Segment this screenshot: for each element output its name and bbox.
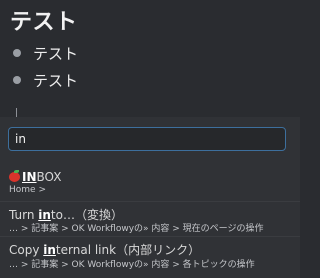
search-box[interactable] [8, 127, 286, 151]
page-title: テスト [10, 10, 78, 35]
result-path: … > 記事案 > OK Workflowyの» 内容 > 現在のページの操作 [9, 224, 264, 234]
result-match: in [38, 208, 51, 222]
bullet-text[interactable]: テスト [33, 43, 78, 64]
result-match: IN [22, 170, 37, 184]
result-title: INBOX [9, 170, 61, 184]
bullet-dot-icon[interactable] [13, 49, 21, 57]
search-result-inbox[interactable]: INBOX Home > [0, 168, 300, 198]
search-popup: INBOX Home > Turn into…（変換） … > 記事案 > OK… [0, 117, 300, 278]
bullet-item[interactable]: テスト [10, 70, 78, 90]
bullet-dot-icon[interactable] [13, 76, 21, 84]
search-result-copy-internal-link[interactable]: Copy internal link（内部リンク） … > 記事案 > OK W… [0, 239, 300, 271]
result-title: Copy internal link（内部リンク） [9, 243, 201, 257]
result-match: in [43, 243, 56, 257]
search-result-turn-into[interactable]: Turn into…（変換） … > 記事案 > OK Workflowyの» … [0, 204, 300, 234]
result-path: … > 記事案 > OK Workflowyの» 内容 > 各トピックの操作 [9, 260, 255, 270]
search-input[interactable] [15, 132, 279, 146]
result-path: Home > [9, 185, 46, 195]
divider [0, 236, 300, 237]
apple-icon [9, 170, 21, 182]
divider [0, 201, 300, 202]
bullet-text[interactable]: テスト [33, 70, 78, 91]
add-item-icon[interactable] [10, 104, 24, 118]
bullet-item[interactable]: テスト [10, 43, 78, 63]
